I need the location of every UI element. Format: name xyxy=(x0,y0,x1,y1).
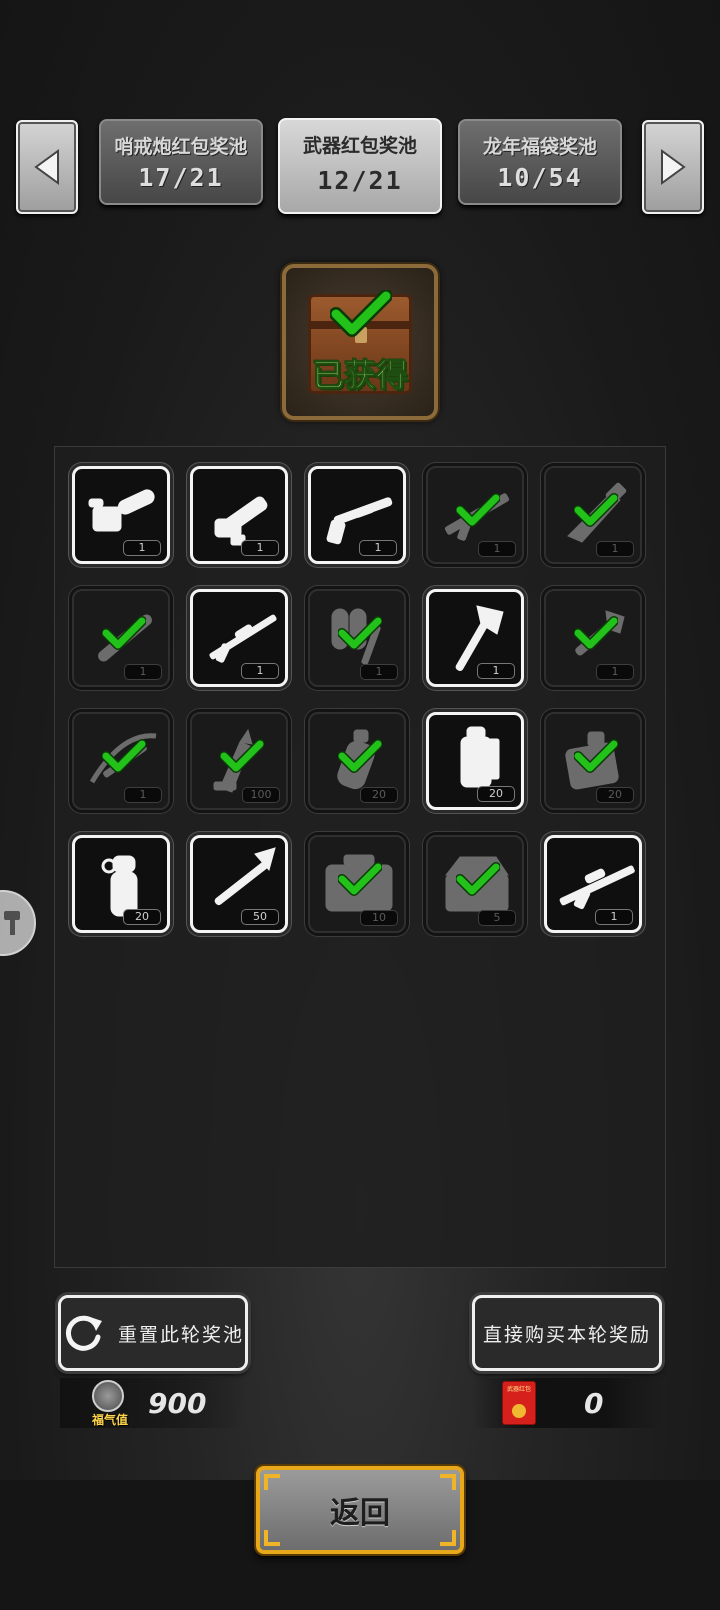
next-pool-button[interactable] xyxy=(642,120,704,214)
checkmark-icon xyxy=(219,738,265,778)
red-packet-amount: 0 xyxy=(584,1386,604,1420)
reward-slot[interactable]: 10 xyxy=(308,835,406,933)
reward-slot[interactable]: 1 xyxy=(308,589,406,687)
checkmark-icon xyxy=(330,290,392,337)
checkmark-icon xyxy=(101,738,147,778)
arrow-left-icon xyxy=(34,149,59,185)
reward-slot[interactable]: 20 xyxy=(426,712,524,810)
pool-progress: 12/21 xyxy=(317,166,403,195)
back-button[interactable]: 返回 xyxy=(256,1466,464,1554)
pool-name: 哨戒炮红包奖池 xyxy=(114,136,248,158)
reward-quantity: 1 xyxy=(124,664,162,680)
prev-pool-button[interactable] xyxy=(16,120,78,214)
reward-quantity: 1 xyxy=(595,909,633,925)
reward-slot[interactable]: 1 xyxy=(544,835,642,933)
pool-progress: 10/54 xyxy=(497,163,583,192)
checkmark-icon xyxy=(573,615,619,655)
reward-slot[interactable]: 50 xyxy=(190,835,288,933)
reward-quantity: 1 xyxy=(478,541,516,557)
buy-round-label: 直接购买本轮奖励 xyxy=(482,1323,651,1346)
red-packet-icon: 武器红包 xyxy=(502,1381,536,1425)
reward-quantity: 20 xyxy=(360,787,398,803)
reward-quantity: 1 xyxy=(596,541,634,557)
pool-tab-weapon[interactable]: 武器红包奖池 12/21 xyxy=(278,118,442,214)
hammer-icon xyxy=(4,911,20,935)
checkmark-icon xyxy=(455,492,501,532)
reward-slot[interactable]: 1 xyxy=(426,466,524,564)
pool-name: 武器红包奖池 xyxy=(302,135,417,157)
buy-round-button[interactable]: 直接购买本轮奖励 xyxy=(472,1295,662,1371)
checkmark-icon xyxy=(573,738,619,778)
reward-quantity: 5 xyxy=(478,910,516,926)
reward-slot[interactable]: 1 xyxy=(308,466,406,564)
reward-slot[interactable]: 1 xyxy=(72,589,170,687)
reward-quantity: 10 xyxy=(360,910,398,926)
luck-coin-icon: 福气值 xyxy=(82,1378,138,1428)
reward-quantity: 1 xyxy=(477,663,515,679)
reward-quantity: 50 xyxy=(241,909,279,925)
reward-quantity: 20 xyxy=(477,786,515,802)
reward-quantity: 1 xyxy=(123,540,161,556)
reward-quantity: 20 xyxy=(123,909,161,925)
refresh-icon xyxy=(65,1315,102,1351)
reward-slot[interactable]: 100 xyxy=(190,712,288,810)
luck-value-display: 福气值 900 xyxy=(60,1378,245,1428)
reward-quantity: 1 xyxy=(359,540,397,556)
reward-quantity: 1 xyxy=(360,664,398,680)
checkmark-icon xyxy=(337,738,383,778)
reward-quantity: 1 xyxy=(596,664,634,680)
arrow-right-icon xyxy=(661,149,686,185)
checkmark-icon xyxy=(101,615,147,655)
pool-tab-sentry[interactable]: 哨戒炮红包奖池 17/21 xyxy=(99,119,263,205)
reset-pool-button[interactable]: 重置此轮奖池 xyxy=(58,1295,248,1371)
reward-slot[interactable]: 5 xyxy=(426,835,524,933)
reset-pool-label: 重置此轮奖池 xyxy=(117,1323,244,1346)
red-packet-caption: 武器红包 xyxy=(506,1386,531,1393)
back-label: 返回 xyxy=(330,1496,390,1531)
pool-name: 龙年福袋奖池 xyxy=(482,136,597,158)
luck-amount: 900 xyxy=(148,1386,207,1420)
reward-slot[interactable]: 1 xyxy=(544,589,642,687)
reward-quantity: 100 xyxy=(242,787,280,803)
obtained-label: 已获得 xyxy=(311,356,408,395)
pool-tab-dragon[interactable]: 龙年福袋奖池 10/54 xyxy=(458,119,622,205)
reward-quantity: 20 xyxy=(596,787,634,803)
reward-slot[interactable]: 1 xyxy=(426,589,524,687)
checkmark-icon xyxy=(455,861,501,901)
reward-quantity: 1 xyxy=(241,663,279,679)
obtained-chest: 已获得 xyxy=(282,264,438,420)
checkmark-icon xyxy=(573,492,619,532)
reward-slot[interactable]: 1 xyxy=(544,466,642,564)
reward-slot[interactable]: 20 xyxy=(544,712,642,810)
reward-slot[interactable]: 1 xyxy=(190,589,288,687)
reward-quantity: 1 xyxy=(124,787,162,803)
reward-slot[interactable]: 1 xyxy=(72,712,170,810)
reward-slot[interactable]: 1 xyxy=(190,466,288,564)
luck-caption: 福气值 xyxy=(91,1413,128,1427)
reward-slot[interactable]: 1 xyxy=(72,466,170,564)
red-packet-display: 武器红包 0 xyxy=(472,1378,662,1428)
checkmark-icon xyxy=(337,861,383,901)
checkmark-icon xyxy=(337,615,383,655)
reward-slot[interactable]: 20 xyxy=(72,835,170,933)
reward-quantity: 1 xyxy=(241,540,279,556)
reward-slot[interactable]: 20 xyxy=(308,712,406,810)
pool-progress: 17/21 xyxy=(138,163,224,192)
